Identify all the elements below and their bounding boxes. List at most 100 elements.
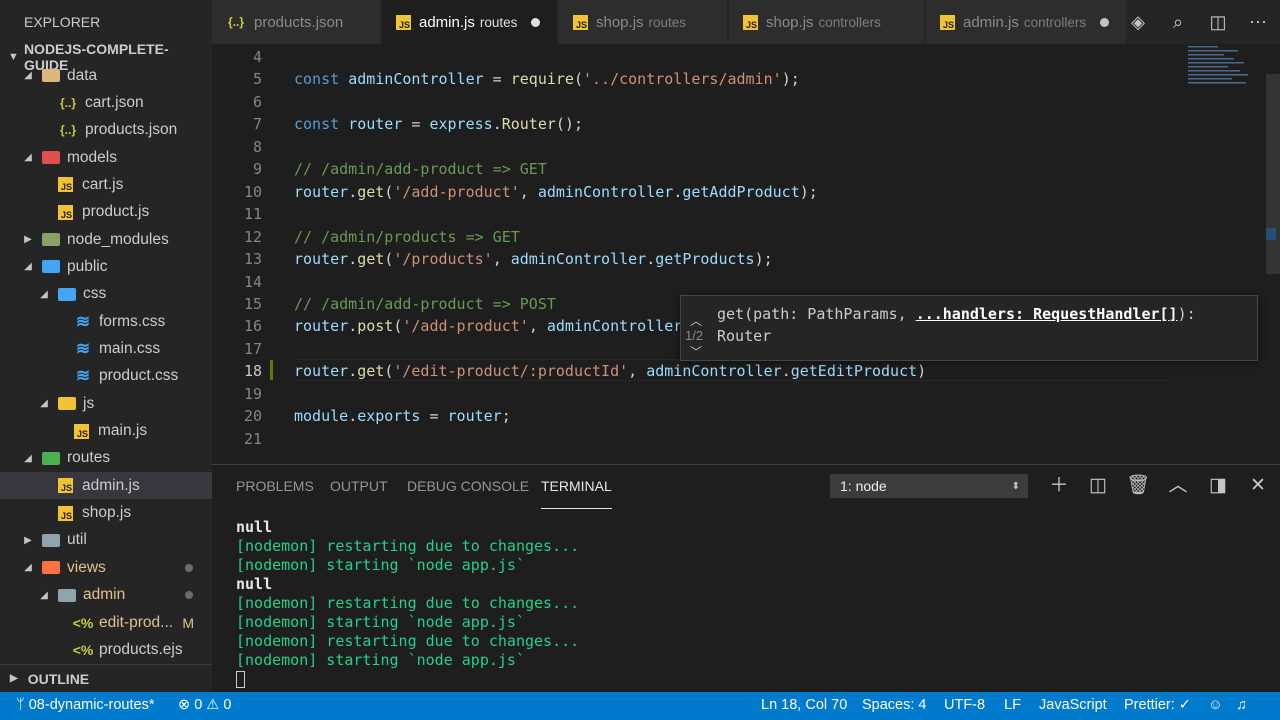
vscode-window: EXPLORER ▼ NODEJS-COMPLETE-GUIDE ◢ data {.…	[0, 0, 1280, 720]
cursor-position[interactable]: Ln 18, Col 70	[761, 697, 847, 713]
line-number: 5	[252, 70, 262, 89]
code-line[interactable]: router.get('/add-product', adminControll…	[294, 183, 818, 201]
code-line[interactable]: router.post('/add-product', adminControl…	[294, 317, 682, 335]
language-mode[interactable]: JavaScript	[1039, 697, 1107, 713]
chevron-up-icon[interactable]: ︿	[690, 312, 702, 329]
git-compare-icon[interactable]: ◈	[1128, 12, 1148, 32]
chevron-up-icon[interactable]: ︿	[1167, 475, 1189, 497]
feedback-smiley-icon[interactable]: ☺	[1208, 697, 1223, 713]
tree-file[interactable]: {..} products.json	[0, 117, 212, 144]
tree-file[interactable]: ≋ product.css	[0, 363, 212, 390]
chevron-right-icon: ▶	[24, 234, 32, 246]
close-icon[interactable]: ✕	[1247, 475, 1269, 497]
tree-file[interactable]: {..} cart.json	[0, 89, 212, 116]
code-line[interactable]: const adminController = require('../cont…	[294, 70, 800, 88]
folder-icon	[42, 533, 60, 547]
notifications-bell-icon[interactable]: ♫	[1236, 697, 1247, 713]
tree-file[interactable]: JS shop.js	[0, 500, 212, 527]
tree-file[interactable]: JS admin.js	[0, 472, 212, 500]
indentation[interactable]: Spaces: 4	[862, 697, 927, 713]
code-token: .	[348, 182, 358, 201]
signature-counter: 1/2	[685, 328, 704, 343]
code-line[interactable]: router.get('/products', adminController.…	[294, 250, 773, 268]
tree-folder[interactable]: ▶ node_modules	[0, 226, 212, 253]
chevron-down-icon[interactable]: ﹀	[690, 343, 702, 360]
code-token: getEditProduct	[790, 362, 918, 381]
signature-suffix: ):	[1177, 305, 1196, 323]
js-file-icon: JS	[743, 14, 758, 30]
json-file-icon: {..}	[227, 15, 244, 29]
panel-tab-terminal[interactable]: TERMINAL	[541, 478, 612, 509]
code-line[interactable]: module.exports = router;	[294, 407, 511, 425]
code-token: );	[754, 250, 773, 269]
tree-file[interactable]: JS main.js	[0, 418, 212, 445]
panel-tab-problems[interactable]: PROBLEMS	[236, 478, 314, 494]
tree-file[interactable]: ≋ main.css	[0, 336, 212, 363]
trash-icon[interactable]: 🗑	[1126, 475, 1150, 497]
code-token: .	[348, 362, 358, 381]
panel-tab-output[interactable]: OUTPUT	[330, 478, 388, 494]
tree-file[interactable]: <% edit-prod... M	[0, 609, 212, 636]
code-token: // /admin/products => GET	[294, 227, 520, 246]
problems-item[interactable]: ⊗ 0 ⚠ 0	[178, 697, 231, 713]
tab-description: controllers	[1023, 14, 1087, 30]
code-token: post	[357, 317, 394, 336]
line-number: 4	[252, 48, 262, 66]
code-line[interactable]: router.get('/edit-product/:productId', a…	[294, 362, 926, 380]
more-actions-icon[interactable]: ⋯	[1248, 12, 1268, 32]
tab-admin-js[interactable]: JS admin.js routes	[382, 0, 557, 44]
panel-tab-debug-console[interactable]: DEBUG CONSOLE	[407, 478, 529, 494]
minimap[interactable]	[1186, 44, 1262, 94]
new-terminal-icon[interactable]: ＋	[1048, 475, 1070, 497]
vertical-scrollbar-thumb[interactable]	[1266, 74, 1280, 274]
split-editor-icon[interactable]: ◫	[1208, 12, 1228, 32]
git-branch-item[interactable]: ᛘ 08-dynamic-routes*	[16, 697, 154, 713]
tree-folder[interactable]: ◢ views	[0, 554, 212, 581]
code-line[interactable]: // /admin/products => GET	[294, 228, 520, 246]
tab-label: admin.js	[419, 13, 475, 31]
code-token: adminController	[537, 182, 674, 201]
prettier-status[interactable]: Prettier: ✓	[1124, 697, 1191, 713]
tab-shop-js[interactable]: JS shop.js routes	[559, 0, 727, 44]
tree-folder[interactable]: ◢ routes	[0, 445, 212, 472]
terminal-select-dropdown[interactable]: 1: node ⬍	[830, 474, 1028, 498]
tab-products-json[interactable]: {..} products.json	[212, 0, 380, 44]
tree-folder[interactable]: ◢ js	[0, 390, 212, 417]
end-of-line[interactable]: LF	[1004, 697, 1021, 713]
tab-admin-js[interactable]: JS admin.js controllers	[926, 0, 1126, 44]
tree-folder[interactable]: ◢ models	[0, 144, 212, 171]
code-token: const	[294, 115, 340, 134]
code-editor[interactable]: 4 5 const adminController = require('../co…	[212, 44, 1280, 464]
code-token: =	[483, 70, 511, 89]
terminal-output[interactable]: null [nodemon] restarting due to changes.…	[236, 518, 579, 689]
tree-item-label: cart.json	[85, 93, 144, 111]
tree-file[interactable]: JS cart.js	[0, 171, 212, 198]
tree-item-label: products.ejs	[99, 640, 183, 658]
unsaved-dot-icon[interactable]	[531, 17, 541, 27]
code-token: '/add-product'	[402, 317, 529, 336]
tree-folder[interactable]: ◢ data	[0, 62, 212, 89]
tree-file[interactable]: <% products.ejs	[0, 636, 212, 663]
tree-file[interactable]: JS product.js	[0, 199, 212, 226]
line-number: 20	[243, 407, 262, 426]
tab-shop-js[interactable]: JS shop.js controllers	[729, 0, 924, 44]
tree-folder[interactable]: ◢ public	[0, 253, 212, 280]
tab-label: admin.js	[963, 13, 1019, 31]
code-line[interactable]: const router = express.Router();	[294, 115, 583, 133]
outline-section-header[interactable]: ▶ OUTLINE	[0, 664, 212, 692]
folder-icon	[58, 397, 76, 411]
code-line[interactable]: // /admin/add-product => GET	[294, 160, 547, 178]
maximize-panel-icon[interactable]: ◨	[1207, 475, 1229, 497]
chevron-down-icon: ◢	[40, 288, 48, 300]
open-changes-icon[interactable]: ⌕	[1168, 12, 1188, 32]
tree-file[interactable]: ≋ forms.css	[0, 308, 212, 335]
tree-folder[interactable]: ◢ css	[0, 281, 212, 308]
code-line[interactable]: // /admin/add-product => POST	[294, 295, 556, 313]
encoding[interactable]: UTF-8	[944, 697, 985, 713]
signature-active-parameter: ...handlers: RequestHandler[]	[915, 305, 1178, 323]
split-terminal-icon[interactable]: ◫	[1087, 475, 1109, 497]
unsaved-dot-icon[interactable]	[1100, 17, 1110, 27]
folder-icon	[58, 287, 76, 301]
tree-folder[interactable]: ◢ admin	[0, 582, 212, 609]
tree-folder[interactable]: ▶ util	[0, 527, 212, 554]
